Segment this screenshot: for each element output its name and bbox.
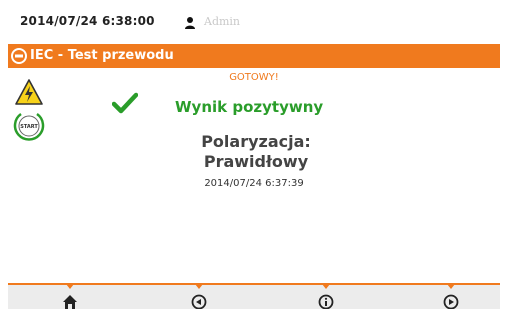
measurement-name: Polaryzacja: (201, 132, 311, 151)
back-button[interactable] (169, 284, 229, 309)
title-bar: IEC - Test przewodu (8, 44, 500, 68)
user-name[interactable]: Admin (204, 15, 240, 28)
home-button[interactable] (40, 284, 100, 309)
check-icon (112, 92, 138, 114)
info-notch (322, 284, 330, 289)
user-icon (185, 17, 195, 29)
forward-button[interactable] (421, 284, 481, 309)
measurement-timestamp: 2014/07/24 6:37:39 (204, 178, 304, 189)
forward-icon (443, 294, 459, 309)
info-icon (318, 294, 334, 309)
high-voltage-warning-icon (15, 79, 43, 105)
back-icon (191, 294, 207, 309)
measurement-value: Prawidłowy (203, 152, 309, 171)
top-status-bar: 2014/07/24 6:38:00 Admin (8, 10, 500, 36)
info-button[interactable] (296, 284, 356, 309)
status-text: GOTOWY! (229, 72, 279, 83)
forward-notch (447, 284, 455, 289)
bottom-nav-bar (8, 283, 500, 309)
page-title: IEC - Test przewodu (30, 48, 174, 63)
cable-test-icon (11, 48, 27, 64)
home-icon (63, 295, 77, 309)
result-text: Wynik pozytywny (175, 98, 324, 116)
date-time: 2014/07/24 6:38:00 (20, 14, 155, 28)
home-notch (66, 284, 74, 289)
start-label: START (20, 124, 38, 130)
back-notch (195, 284, 203, 289)
